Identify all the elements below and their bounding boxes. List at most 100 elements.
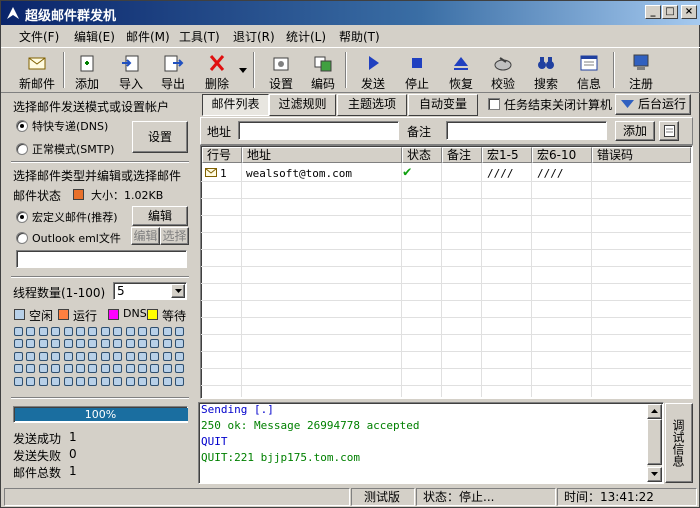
- thread-cell: [76, 351, 85, 361]
- thread-cell: [175, 339, 185, 349]
- col-status[interactable]: 状态: [402, 147, 442, 163]
- close-button[interactable]: ×: [681, 5, 697, 19]
- minimize-button[interactable]: _: [645, 5, 661, 19]
- menu-help[interactable]: 帮助(T): [339, 28, 380, 45]
- maximize-button[interactable]: □: [662, 5, 678, 19]
- thread-cell: [63, 351, 73, 361]
- outlook-eml-radio[interactable]: [16, 232, 28, 244]
- new-mail-button[interactable]: 新邮件: [15, 50, 59, 92]
- thread-cell: [138, 376, 147, 386]
- menu-edit[interactable]: 编辑(E): [74, 28, 115, 45]
- delete-button[interactable]: 删除: [195, 50, 239, 92]
- thread-cell: [125, 339, 135, 349]
- restore-button[interactable]: 恢复: [439, 50, 483, 92]
- menu-unsubscribe[interactable]: 退订(R): [233, 28, 275, 45]
- thread-cell: [125, 327, 135, 336]
- menu-file[interactable]: 文件(F): [19, 28, 59, 45]
- verify-icon: [494, 57, 512, 71]
- shutdown-checkbox[interactable]: [488, 98, 500, 110]
- background-run-button[interactable]: 后台运行: [615, 94, 691, 115]
- thread-cell: [76, 376, 85, 386]
- tab-subject-options[interactable]: 主题选项: [337, 94, 407, 116]
- col-line[interactable]: 行号: [202, 147, 242, 163]
- scroll-thumb[interactable]: [647, 419, 662, 465]
- window-title: 超级邮件群发机: [25, 9, 117, 24]
- add-button[interactable]: 添加: [65, 50, 109, 92]
- thread-cell: [162, 339, 172, 349]
- menu-bar: 文件(F) 编辑(E) 邮件(M) 工具(T) 退订(R) 统计(L) 帮助(T…: [1, 25, 700, 47]
- eml-select-button[interactable]: 选择: [160, 227, 189, 245]
- thread-cell: [113, 339, 123, 349]
- col-error-code[interactable]: 错误码: [592, 147, 691, 163]
- note-input[interactable]: [446, 121, 607, 140]
- thread-cell: [175, 351, 185, 361]
- thread-cell: [38, 351, 48, 361]
- thread-cell: [14, 351, 23, 361]
- send-button[interactable]: 发送: [351, 50, 395, 92]
- scroll-up-button[interactable]: [647, 404, 662, 419]
- row-macro1-5: ////: [487, 167, 514, 180]
- thread-cell: [125, 376, 135, 386]
- debug-info-button[interactable]: 调试信息: [665, 403, 693, 483]
- thread-dropdown-button[interactable]: [171, 284, 185, 298]
- mode-fast-label: 特快专递(DNS): [32, 120, 109, 133]
- eml-path-input[interactable]: [16, 250, 187, 268]
- tab-mail-list[interactable]: 邮件列表: [202, 94, 269, 116]
- delete-dropdown-icon[interactable]: [239, 68, 247, 74]
- menu-stats[interactable]: 统计(L): [286, 28, 326, 45]
- tab-filter-rules[interactable]: 过滤规则: [269, 94, 336, 116]
- row-line: 1: [220, 167, 227, 180]
- macro-mail-label: 宏定义邮件(推荐): [32, 211, 118, 224]
- col-macro6-10[interactable]: 宏6-10: [532, 147, 592, 163]
- register-button[interactable]: 注册: [619, 50, 663, 92]
- stop-button[interactable]: 停止: [395, 50, 439, 92]
- encode-button[interactable]: 编码: [301, 50, 345, 92]
- table-gridline: [201, 215, 691, 216]
- mode-normal-radio[interactable]: [16, 143, 28, 155]
- col-address[interactable]: 地址: [242, 147, 402, 163]
- mode-fast-radio[interactable]: [16, 120, 28, 132]
- thread-cell: [26, 351, 36, 361]
- thread-cell: [63, 327, 73, 336]
- thread-cell: [51, 364, 61, 374]
- table-gridline: [201, 266, 691, 267]
- col-macro1-5[interactable]: 宏1-5: [482, 147, 532, 163]
- menu-mail[interactable]: 邮件(M): [126, 28, 170, 45]
- thread-cell: [100, 351, 110, 361]
- verify-button[interactable]: 校验: [481, 50, 525, 92]
- status-section-empty: [4, 488, 350, 506]
- scroll-down-button[interactable]: [647, 467, 662, 482]
- address-input[interactable]: [238, 121, 399, 140]
- app-icon: [7, 7, 19, 19]
- chevron-up-icon: [651, 409, 658, 413]
- thread-cell: [150, 339, 160, 349]
- thread-cell: [162, 351, 172, 361]
- thread-cell: [88, 351, 98, 361]
- tab-auto-variables[interactable]: 自动变量: [408, 94, 478, 116]
- thread-cell: [38, 376, 48, 386]
- thread-cell: [88, 339, 98, 349]
- thread-cell: [175, 364, 185, 374]
- row-macro6-10: ////: [537, 167, 564, 180]
- col-note[interactable]: 备注: [442, 147, 482, 163]
- mode-title: 选择邮件发送模式或设置帐户: [13, 100, 170, 114]
- macro-edit-button[interactable]: 编辑: [132, 206, 188, 226]
- mode-settings-button[interactable]: 设置: [132, 121, 188, 153]
- settings-button[interactable]: 设置: [259, 50, 303, 92]
- thread-cell: [150, 327, 160, 336]
- export-button[interactable]: 导出: [151, 50, 195, 92]
- list-options-button[interactable]: [659, 121, 679, 141]
- import-button[interactable]: 导入: [109, 50, 153, 92]
- info-button[interactable]: 信息: [567, 50, 611, 92]
- menu-tools[interactable]: 工具(T): [179, 28, 220, 45]
- thread-cell: [26, 339, 36, 349]
- eml-edit-button[interactable]: 编辑: [131, 227, 160, 245]
- address-label: 地址: [207, 125, 232, 139]
- thread-cell: [138, 351, 147, 361]
- macro-mail-radio[interactable]: [16, 211, 28, 223]
- thread-cell: [138, 327, 147, 336]
- add-address-button[interactable]: 添加: [615, 121, 655, 141]
- time-label: 时间：13:41:22: [557, 488, 697, 506]
- search-button[interactable]: 搜索: [524, 50, 568, 92]
- log-scrollbar[interactable]: [647, 404, 662, 482]
